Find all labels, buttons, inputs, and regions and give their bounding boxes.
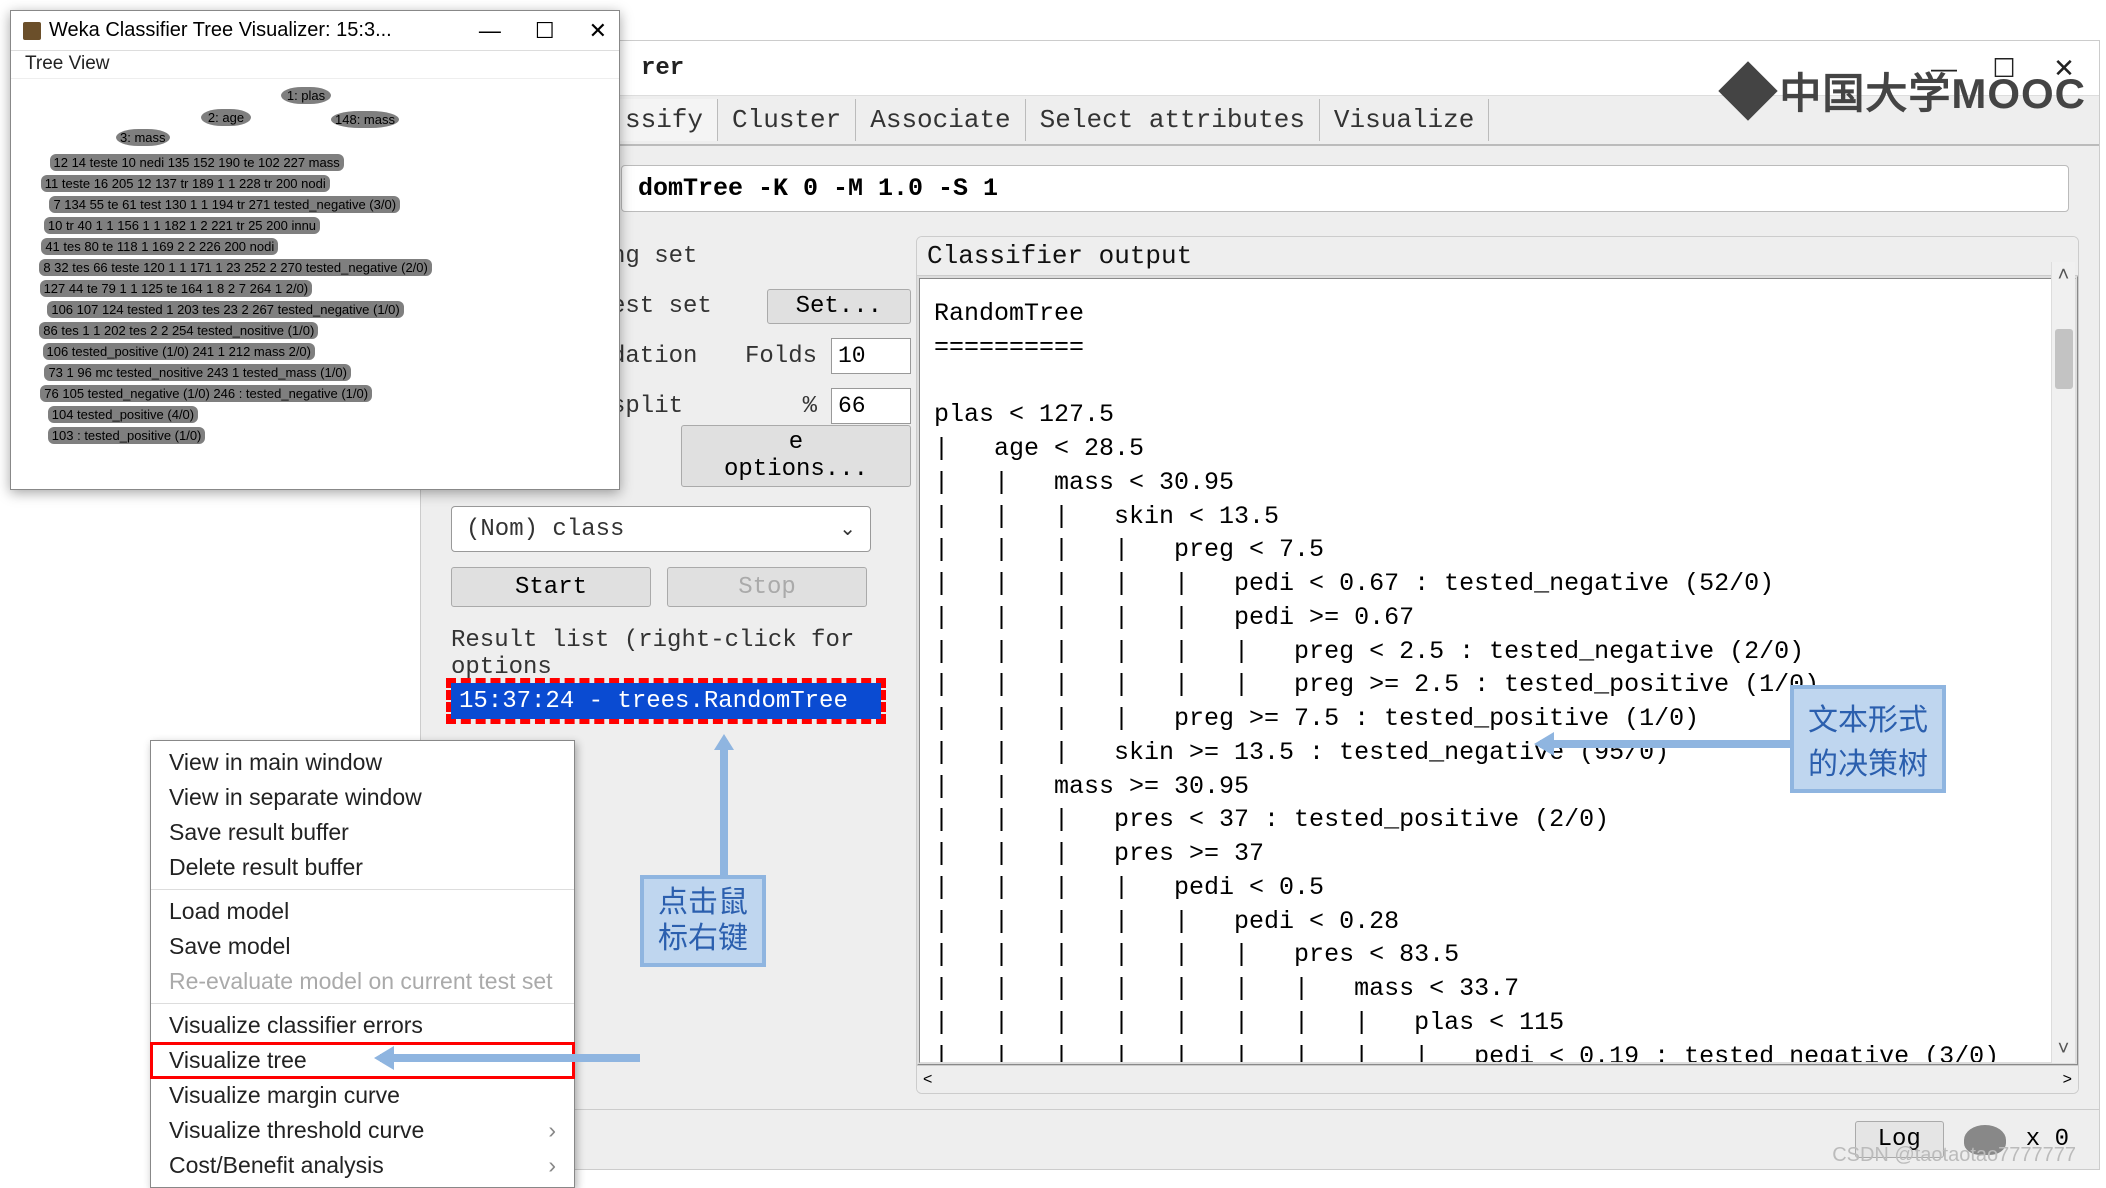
context-menu-item[interactable]: View in main window: [151, 745, 574, 780]
context-menu-item[interactable]: Visualize classifier errors: [151, 1008, 574, 1043]
tab-visualize[interactable]: Visualize: [1320, 99, 1489, 141]
scroll-right-icon[interactable]: >: [2063, 1071, 2072, 1089]
annotation-text-tree: 文本形式的决策树: [1790, 685, 1946, 793]
tree-node-row[interactable]: 12 14 teste 10 nedi 135 152 190 te 102 2…: [50, 154, 344, 171]
tree-node-row[interactable]: 8 32 tes 66 teste 120 1 1 171 1 23 252 2…: [39, 259, 432, 276]
folds-label: Folds: [745, 343, 817, 370]
tree-node-row[interactable]: 127 44 te 79 1 1 125 te 164 1 8 2 7 264 …: [40, 280, 313, 297]
tree-node-row[interactable]: 106 tested_positive (1/0) 241 1 212 mass…: [43, 343, 316, 360]
annotation-arrow-vertical: [720, 740, 728, 885]
result-list-item[interactable]: 15:37:24 - trees.RandomTree: [451, 683, 881, 719]
result-context-menu: View in main windowView in separate wind…: [150, 740, 575, 1188]
scroll-down-icon[interactable]: ˅: [2058, 1036, 2070, 1063]
context-menu-item: Re-evaluate model on current test set: [151, 964, 574, 999]
classifier-output-panel: Classifier output RandomTree ========== …: [916, 236, 2079, 1094]
tree-node-row[interactable]: 7 134 55 te 61 test 130 1 1 194 tr 271 t…: [49, 196, 400, 213]
tab-classify[interactable]: ssify: [611, 99, 718, 141]
tree-node-row[interactable]: 104 tested_positive (4/0): [48, 406, 198, 423]
scroll-left-icon[interactable]: <: [923, 1071, 932, 1089]
percent-label: %: [803, 393, 817, 420]
mooc-logo-icon: [1719, 61, 1778, 120]
viz-close-icon[interactable]: ✕: [589, 18, 607, 44]
tree-node[interactable]: 1: plas: [281, 87, 331, 104]
scroll-thumb[interactable]: [2055, 329, 2073, 389]
result-list-header: Result list (right-click for options: [451, 627, 911, 681]
tree-node-row[interactable]: 73 1 96 mc tested_nositive 243 1 tested_…: [44, 364, 350, 381]
stop-button: Stop: [667, 567, 867, 607]
folds-input[interactable]: [831, 338, 911, 374]
classifier-text[interactable]: domTree -K 0 -M 1.0 -S 1: [621, 165, 2069, 212]
class-attribute-select[interactable]: (Nom) class ⌄: [451, 506, 871, 552]
context-menu-item[interactable]: View in separate window: [151, 780, 574, 815]
viz-maximize-icon[interactable]: ☐: [535, 18, 555, 44]
viz-titlebar: Weka Classifier Tree Visualizer: 15:3...…: [11, 11, 619, 51]
percent-input[interactable]: [831, 388, 911, 424]
annotation-arrow-to-menu: [380, 1054, 640, 1062]
start-button[interactable]: Start: [451, 567, 651, 607]
tree-canvas[interactable]: 1: plas 2: age 148: mass 3: mass 12 14 teste…: [11, 79, 619, 489]
csdn-watermark: CSDN @taotaotao7777777: [1832, 1144, 2076, 1167]
java-icon: [23, 22, 41, 40]
context-menu-item[interactable]: Delete result buffer: [151, 850, 574, 885]
viz-minimize-icon[interactable]: —: [479, 18, 501, 44]
tree-node-row[interactable]: 10 tr 40 1 1 156 1 1 182 1 2 221 tr 25 2…: [44, 217, 320, 234]
tab-cluster[interactable]: Cluster: [718, 99, 856, 141]
context-menu-item[interactable]: Save model: [151, 929, 574, 964]
tree-node-row[interactable]: 41 tes 80 te 118 1 169 2 2 226 200 nodi: [41, 238, 278, 255]
classifier-output-header: Classifier output: [917, 237, 2078, 276]
context-menu-item[interactable]: Visualize margin curve: [151, 1078, 574, 1113]
tree-node[interactable]: 148: mass: [331, 111, 399, 128]
tree-node-row[interactable]: 76 105 tested_negative (1/0) 246 : teste…: [40, 385, 372, 402]
classifier-output-text[interactable]: RandomTree ========== plas < 127.5 | age…: [917, 276, 2078, 1065]
opt-percentage-split[interactable]: split: [611, 393, 789, 420]
vertical-scrollbar[interactable]: ˄ ˅: [2051, 262, 2075, 1063]
tree-node[interactable]: 2: age: [201, 109, 251, 126]
opt-training-set[interactable]: ng set: [611, 243, 911, 270]
set-button[interactable]: Set...: [767, 289, 911, 324]
opt-test-set[interactable]: est set: [611, 293, 753, 320]
tab-select-attributes[interactable]: Select attributes: [1026, 99, 1320, 141]
annotation-click-right: 点击鼠标右键: [640, 875, 766, 967]
weka-explorer-window: rer — ☐ ✕ ssify Cluster Associate Select…: [420, 40, 2100, 1170]
viz-menu-bar[interactable]: Tree View: [11, 51, 619, 79]
opt-cross-validation[interactable]: dation: [611, 343, 731, 370]
tree-node-row[interactable]: 11 teste 16 205 12 137 tr 189 1 1 228 tr…: [41, 175, 330, 192]
mooc-watermark-text: 中国大学MOOC: [1779, 60, 2086, 121]
mooc-watermark: 中国大学MOOC: [1727, 60, 2086, 121]
chevron-down-icon: ⌄: [839, 516, 856, 542]
classifier-chooser-bar: domTree -K 0 -M 1.0 -S 1: [421, 161, 2099, 216]
viz-window-title: Weka Classifier Tree Visualizer: 15:3...: [49, 19, 392, 42]
more-options-button[interactable]: e options...: [681, 425, 911, 487]
tree-node-row[interactable]: 86 tes 1 1 202 tes 2 2 254 tested_nositi…: [39, 322, 318, 339]
class-attribute-value: (Nom) class: [466, 516, 624, 543]
tree-visualizer-window: Weka Classifier Tree Visualizer: 15:3...…: [10, 10, 620, 490]
context-menu-item[interactable]: Visualize threshold curve›: [151, 1113, 574, 1148]
horizontal-scrollbar[interactable]: < >: [917, 1065, 2078, 1093]
context-menu-item[interactable]: Save result buffer: [151, 815, 574, 850]
tree-node-row[interactable]: 103 : tested_positive (1/0): [48, 427, 206, 444]
tree-node-row[interactable]: 106 107 124 tested 1 203 tes 23 2 267 te…: [47, 301, 403, 318]
tab-associate[interactable]: Associate: [856, 99, 1025, 141]
annotation-arrow-to-output: [1540, 740, 1790, 748]
scroll-up-icon[interactable]: ˄: [2058, 262, 2070, 289]
context-menu-item[interactable]: Load model: [151, 894, 574, 929]
tree-node[interactable]: 3: mass: [116, 129, 170, 146]
